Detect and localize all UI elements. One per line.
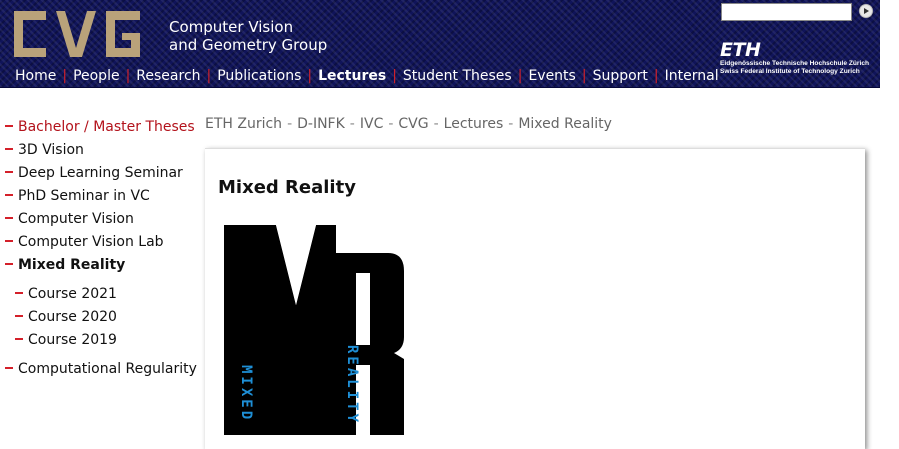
sidebar-item-label: Bachelor / Master Theses bbox=[18, 119, 195, 135]
breadcrumb-separator: - bbox=[349, 116, 355, 132]
nav-separator: | bbox=[653, 68, 659, 84]
nav-separator: | bbox=[125, 68, 131, 84]
nav-student-theses[interactable]: Student Theses bbox=[403, 68, 512, 84]
search-submit-button[interactable] bbox=[859, 4, 873, 18]
search-input[interactable] bbox=[721, 3, 852, 21]
sidebar-item-phd-seminar[interactable]: PhD Seminar in VC bbox=[5, 186, 200, 209]
group-name-line2: and Geometry Group bbox=[169, 36, 328, 54]
sidebar-item-course-2020[interactable]: Course 2020 bbox=[5, 307, 200, 330]
dash-bullet-icon bbox=[5, 216, 13, 220]
breadcrumb-mixed-reality[interactable]: Mixed Reality bbox=[518, 116, 612, 132]
dash-bullet-icon bbox=[5, 124, 13, 128]
logo-word-reality: REALITY bbox=[344, 345, 360, 425]
sidebar-nav: Bachelor / Master Theses 3D Vision Deep … bbox=[5, 117, 200, 382]
nav-separator: | bbox=[62, 68, 68, 84]
nav-home[interactable]: Home bbox=[15, 68, 56, 84]
nav-people[interactable]: People bbox=[73, 68, 120, 84]
sidebar-item-course-2021[interactable]: Course 2021 bbox=[5, 284, 200, 307]
breadcrumb: ETH Zurich - D-INFK - IVC - CVG - Lectures - Mixed… bbox=[205, 116, 612, 132]
content-panel: Mixed Reality MIXED REALITY bbox=[205, 148, 865, 449]
nav-separator: | bbox=[392, 68, 397, 84]
sidebar-item-label: Computer Vision Lab bbox=[18, 234, 164, 250]
sidebar-item-label: PhD Seminar in VC bbox=[18, 188, 150, 204]
sidebar-item-label: Course 2019 bbox=[28, 332, 117, 348]
breadcrumb-d-infk[interactable]: D-INFK bbox=[297, 116, 345, 132]
dash-bullet-icon bbox=[5, 262, 13, 266]
breadcrumb-separator: - bbox=[388, 116, 394, 132]
nav-separator: | bbox=[206, 68, 212, 84]
main-nav: Home | People | Research | Publications … bbox=[15, 66, 719, 86]
sidebar-item-3d-vision[interactable]: 3D Vision bbox=[5, 140, 200, 163]
nav-separator: | bbox=[517, 68, 523, 84]
sidebar-item-computer-vision[interactable]: Computer Vision bbox=[5, 209, 200, 232]
dash-bullet-icon bbox=[15, 291, 23, 295]
group-name[interactable]: Computer Vision and Geometry Group bbox=[169, 18, 327, 54]
arrow-right-icon bbox=[864, 8, 869, 14]
nav-separator: | bbox=[581, 68, 587, 84]
breadcrumb-eth-zurich[interactable]: ETH Zurich bbox=[205, 116, 282, 132]
dash-bullet-icon bbox=[5, 366, 13, 370]
sidebar-item-label: Mixed Reality bbox=[18, 257, 126, 273]
sidebar-item-label: Computational Regularity bbox=[18, 361, 197, 377]
sidebar-item-label: Deep Learning Seminar bbox=[18, 165, 183, 181]
sidebar-item-computer-vision-lab[interactable]: Computer Vision Lab bbox=[5, 232, 200, 255]
nav-lectures[interactable]: Lectures bbox=[318, 68, 386, 84]
sidebar-item-deep-learning-seminar[interactable]: Deep Learning Seminar bbox=[5, 163, 200, 186]
logo-word-mixed: MIXED bbox=[238, 365, 254, 422]
group-name-line1: Computer Vision bbox=[169, 18, 294, 36]
breadcrumb-separator: - bbox=[433, 116, 439, 132]
nav-separator: | bbox=[307, 68, 313, 84]
dash-bullet-icon bbox=[5, 193, 13, 197]
sidebar-item-computational-regularity[interactable]: Computational Regularity bbox=[5, 359, 200, 382]
mixed-reality-logo: MIXED REALITY bbox=[224, 225, 404, 435]
dash-bullet-icon bbox=[5, 239, 13, 243]
sidebar-item-bachelor-master-theses[interactable]: Bachelor / Master Theses bbox=[5, 117, 200, 140]
sidebar-item-mixed-reality[interactable]: Mixed Reality bbox=[5, 255, 200, 278]
eth-logo[interactable]: ETH Eidgenössische Technische Hochschule… bbox=[720, 40, 869, 76]
dash-bullet-icon bbox=[15, 314, 23, 318]
breadcrumb-ivc[interactable]: IVC bbox=[360, 116, 383, 132]
sidebar-item-label: Computer Vision bbox=[18, 211, 134, 227]
nav-support[interactable]: Support bbox=[593, 68, 648, 84]
sidebar-item-course-2019[interactable]: Course 2019 bbox=[5, 330, 200, 353]
breadcrumb-lectures[interactable]: Lectures bbox=[444, 116, 504, 132]
sidebar-item-label: Course 2021 bbox=[28, 286, 117, 302]
sidebar-item-label: 3D Vision bbox=[18, 142, 84, 158]
breadcrumb-separator: - bbox=[287, 116, 293, 132]
eth-name-german: Eidgenössische Technische Hochschule Zür… bbox=[720, 60, 870, 67]
cvg-logo[interactable] bbox=[14, 7, 152, 65]
eth-wordmark: ETH bbox=[720, 39, 761, 61]
breadcrumb-cvg[interactable]: CVG bbox=[398, 116, 428, 132]
sidebar-item-label: Course 2020 bbox=[28, 309, 117, 325]
nav-publications[interactable]: Publications bbox=[217, 68, 301, 84]
breadcrumb-separator: - bbox=[508, 116, 514, 132]
eth-name-english: Swiss Federal Institute of Technology Zu… bbox=[720, 68, 860, 75]
site-header: Computer Vision and Geometry Group ETH E… bbox=[0, 0, 880, 88]
nav-events[interactable]: Events bbox=[528, 68, 575, 84]
dash-bullet-icon bbox=[5, 147, 13, 151]
page-title: Mixed Reality bbox=[218, 177, 356, 198]
nav-research[interactable]: Research bbox=[136, 68, 200, 84]
nav-internal[interactable]: Internal bbox=[665, 68, 719, 84]
dash-bullet-icon bbox=[15, 337, 23, 341]
dash-bullet-icon bbox=[5, 170, 13, 174]
